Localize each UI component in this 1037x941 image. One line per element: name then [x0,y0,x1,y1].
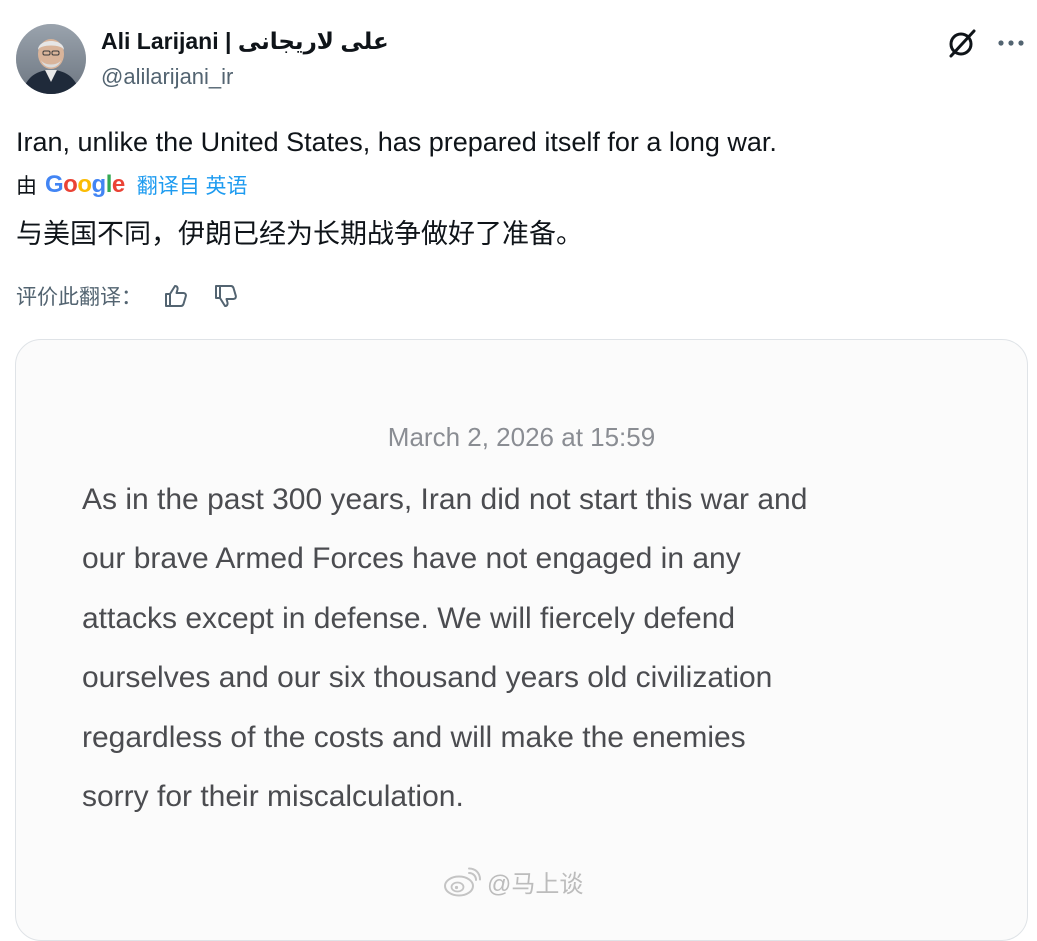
translated-text: 与美国不同，伊朗已经为长期战争做好了准备。 [16,219,583,249]
translation-source-link[interactable]: 翻译自 英语 [137,170,248,200]
attached-image[interactable]: March 2, 2026 at 15:59 As in the past 30… [15,339,1028,941]
author-display-name[interactable]: Ali Larijani | علی لاریجانی [101,26,389,56]
thumbs-down-icon[interactable] [212,282,240,310]
note-line: sorry for their miscalculation. [82,780,464,814]
thumbs-up-icon[interactable] [162,282,190,310]
note-date: March 2, 2026 at 15:59 [387,422,656,452]
more-options-icon[interactable] [994,30,1028,56]
note-line: regardless of the costs and will make th… [82,720,746,754]
note-body: As in the past 300 years, Iran did not s… [82,470,982,826]
translation-attribution: 由 Google 翻译自 英语 [16,170,248,200]
watermark: @马上谈 [443,864,583,899]
weibo-icon [444,867,481,896]
note-line: ourselves and our six thousand years old… [82,661,773,695]
avatar-photo [16,24,86,94]
rate-translation: 评价此翻译： [16,281,262,311]
rate-translation-label: 评价此翻译： [16,286,142,309]
watermark-text: @马上谈 [487,871,584,898]
author-handle[interactable]: @alilarijani_ir [101,62,389,92]
translation-prefix: 由 [16,175,37,198]
author-avatar[interactable] [16,24,86,94]
author-info: Ali Larijani | علی لاریجانی @alilarijani… [101,26,389,92]
grok-icon[interactable] [946,27,978,59]
google-logo: Google [45,171,125,198]
tweet-text: Iran, unlike the United States, has prep… [16,127,777,157]
note-line: As in the past 300 years, Iran did not s… [82,483,808,516]
note-line: attacks except in defense. We will fierc… [82,601,736,635]
note-line: our brave Armed Forces have not engaged … [82,542,741,576]
